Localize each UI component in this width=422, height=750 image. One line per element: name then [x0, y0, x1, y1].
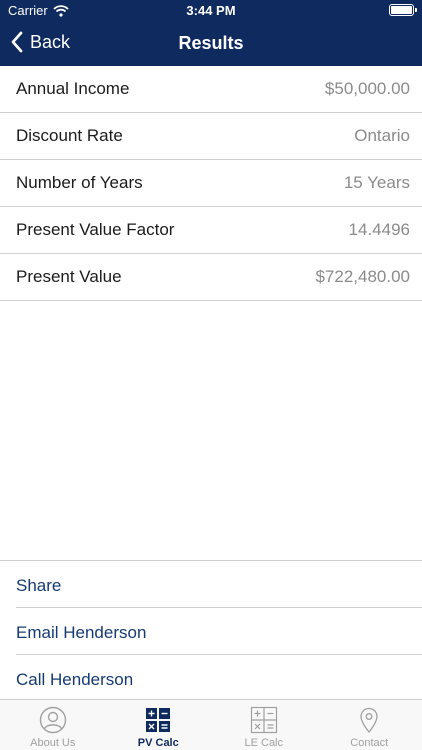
result-row-discount-rate: Discount Rate Ontario: [0, 113, 422, 160]
result-row-present-value: Present Value $722,480.00: [0, 254, 422, 301]
calculator-icon: [146, 708, 171, 732]
clock: 3:44 PM: [186, 3, 236, 18]
result-value: 15 Years: [343, 173, 410, 192]
action-label: Share: [16, 576, 62, 595]
share-button[interactable]: Share: [16, 561, 422, 608]
status-bar: Carrier 3:44 PM: [0, 0, 422, 22]
location-pin-icon: [360, 707, 378, 734]
tab-contact[interactable]: Contact: [317, 700, 422, 750]
call-henderson-button[interactable]: Call Henderson: [16, 655, 422, 702]
tab-le-calc[interactable]: LE Calc: [211, 700, 317, 750]
tab-label: LE Calc: [244, 737, 284, 749]
tab-about-us[interactable]: About Us: [0, 700, 106, 750]
page-title: Results: [178, 33, 244, 53]
results-list: Annual Income $50,000.00 Discount Rate O…: [0, 66, 422, 301]
result-value: $50,000.00: [324, 79, 410, 98]
person-circle-icon: [39, 706, 66, 734]
battery-icon: [389, 4, 417, 16]
result-row-number-of-years: Number of Years 15 Years: [0, 160, 422, 207]
tab-pv-calc[interactable]: PV Calc: [106, 700, 212, 750]
result-label: Annual Income: [16, 79, 130, 98]
action-label: Call Henderson: [16, 670, 134, 689]
header: Carrier 3:44 PM Back Results: [0, 0, 422, 66]
actions-list: Share Email Henderson Call Henderson: [0, 560, 422, 702]
result-label: Present Value Factor: [16, 220, 175, 239]
result-value: 14.4496: [348, 220, 410, 239]
tab-label: PV Calc: [137, 737, 179, 749]
result-label: Discount Rate: [16, 126, 123, 145]
tab-label: Contact: [350, 737, 389, 749]
result-value: Ontario: [354, 126, 410, 145]
result-row-annual-income: Annual Income $50,000.00: [0, 66, 422, 113]
tab-bar: About Us PV Calc LE Calc Contact: [0, 699, 422, 750]
email-henderson-button[interactable]: Email Henderson: [16, 608, 422, 655]
action-label: Email Henderson: [16, 623, 147, 642]
result-label: Present Value: [16, 267, 122, 286]
result-row-present-value-factor: Present Value Factor 14.4496: [0, 207, 422, 254]
result-label: Number of Years: [16, 173, 143, 192]
calculator-outline-icon: [250, 706, 277, 734]
tab-label: About Us: [30, 737, 76, 749]
result-value: $722,480.00: [315, 267, 410, 286]
nav-bar: Back Results: [0, 22, 422, 66]
